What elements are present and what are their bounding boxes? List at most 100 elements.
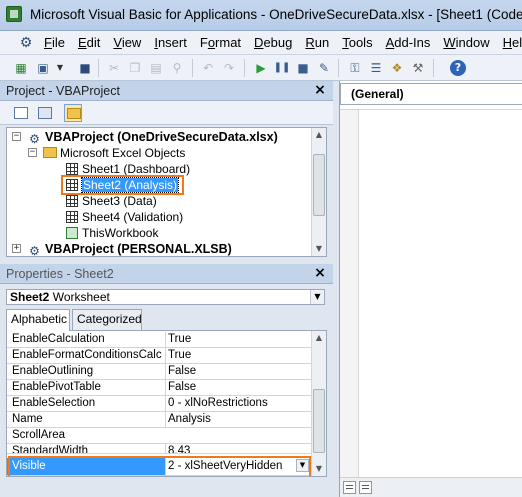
code-view-bar (340, 477, 522, 497)
menu-tools[interactable]: Tools (342, 35, 372, 50)
menu-addins[interactable]: Add-Ins (386, 35, 431, 50)
property-name: EnableSelection (12, 397, 96, 409)
menu-help[interactable]: Help (503, 35, 522, 50)
properties-scrollbar[interactable]: ▲ ▼ (311, 331, 326, 476)
menu-view[interactable]: View (113, 35, 141, 50)
menu-window[interactable]: Window (443, 35, 489, 50)
property-value[interactable]: 8.43 (165, 444, 309, 453)
menu-bar: ⚙ File Edit View Insert Format Debug Run Tools A… (0, 31, 522, 55)
cut-icon[interactable]: ✂ (105, 59, 123, 77)
insert-dropdown-icon[interactable]: ▼ (51, 59, 69, 77)
properties-window-icon[interactable]: ☰ (367, 59, 385, 77)
tree-project-personal[interactable]: ⚙ VBAProject (PERSONAL.XLSB) (27, 241, 232, 256)
object-selector[interactable]: Sheet2 Worksheet ▼ (6, 289, 325, 305)
scroll-up-icon[interactable]: ▲ (312, 331, 326, 345)
run-icon[interactable]: ▶ (252, 59, 270, 77)
toolbar-separator (338, 59, 339, 77)
bottom-strip (0, 479, 333, 497)
scroll-thumb[interactable] (313, 154, 325, 216)
properties-pane-close-icon[interactable]: × (313, 265, 327, 281)
break-icon[interactable]: ❚❚ (273, 59, 291, 77)
properties-grid: EnableCalculation True EnableFormatCondi… (6, 330, 327, 477)
toolbox-icon[interactable]: ⚒ (409, 59, 427, 77)
workbook-icon (66, 227, 78, 239)
view-code-icon[interactable] (12, 104, 30, 122)
property-row[interactable]: EnableOutlining False (7, 364, 311, 380)
chevron-down-icon[interactable]: ▼ (310, 290, 324, 304)
scroll-thumb[interactable] (313, 389, 325, 453)
undo-icon[interactable]: ↶ (199, 59, 217, 77)
menu-debug[interactable]: Debug (254, 35, 292, 50)
tree-folder-excel-objects[interactable]: Microsoft Excel Objects (43, 145, 185, 161)
collapse-icon[interactable]: − (12, 132, 21, 141)
scroll-down-icon[interactable]: ▼ (312, 242, 326, 256)
tree-item-thisworkbook[interactable]: ThisWorkbook (66, 225, 158, 241)
property-value[interactable]: False (165, 380, 309, 395)
full-module-view-icon[interactable] (359, 481, 372, 494)
menu-insert[interactable]: Insert (154, 35, 187, 50)
code-margin[interactable] (340, 110, 359, 477)
tree-item-label: Sheet3 (Data) (82, 194, 157, 208)
help-icon[interactable]: ? (450, 60, 466, 76)
reset-icon[interactable]: ■ (294, 59, 312, 77)
object-name: Sheet2 (10, 290, 50, 304)
sheet2-highlight-box (61, 175, 184, 195)
property-row[interactable]: EnableSelection 0 - xlNoRestrictions (7, 396, 311, 412)
worksheet-icon (66, 195, 78, 207)
property-value[interactable]: 0 - xlNoRestrictions (165, 396, 309, 411)
property-row[interactable]: EnableFormatConditionsCalculation True (7, 348, 311, 364)
tree-item-sheet4[interactable]: Sheet4 (Validation) (66, 209, 183, 225)
excel-icon[interactable]: ▦ (12, 59, 30, 77)
project-explorer-icon[interactable]: ⚿ (346, 59, 364, 77)
object-type: Worksheet (52, 290, 110, 304)
project-toolbar (0, 101, 333, 125)
worksheet-icon (66, 163, 78, 175)
toolbar-separator (192, 59, 193, 77)
copy-icon[interactable]: ❐ (126, 59, 144, 77)
property-value[interactable]: Analysis (165, 412, 309, 427)
window-title: Microsoft Visual Basic for Applications … (30, 7, 522, 22)
find-icon[interactable]: ⚲ (168, 59, 186, 77)
property-name: EnableFormatConditionsCalculation (12, 349, 162, 361)
menu-run[interactable]: Run (305, 35, 329, 50)
tree-item-label: Sheet4 (Validation) (82, 210, 184, 224)
insert-module-icon[interactable]: ▣ (34, 59, 52, 77)
view-object-icon[interactable] (36, 104, 54, 122)
save-icon[interactable]: ■ (76, 59, 94, 77)
property-name: StandardWidth (12, 445, 89, 454)
property-name: ScrollArea (12, 429, 66, 441)
expand-icon[interactable]: + (12, 244, 21, 253)
property-row[interactable]: ScrollArea (7, 428, 311, 444)
vba-system-icon[interactable]: ⚙ (17, 35, 35, 51)
tab-categorized[interactable]: Categorized (72, 309, 142, 330)
collapse-icon[interactable]: − (28, 148, 37, 157)
object-dropdown[interactable]: (General) (340, 83, 522, 105)
tree-project-onedrive[interactable]: ⚙ VBAProject (OneDriveSecureData.xlsx) (27, 129, 278, 146)
code-editor[interactable] (340, 109, 522, 477)
menu-edit[interactable]: Edit (78, 35, 100, 50)
property-value[interactable]: False (165, 364, 309, 379)
property-name: EnableCalculation (12, 333, 105, 345)
property-row[interactable]: StandardWidth 8.43 (7, 444, 311, 454)
toggle-folders-icon[interactable] (64, 104, 82, 122)
menu-items: File Edit View Insert Format Debug Run Tools Add… (44, 35, 522, 50)
object-browser-icon[interactable]: ❖ (388, 59, 406, 77)
menu-file[interactable]: File (44, 35, 65, 50)
property-row[interactable]: EnablePivotTable False (7, 380, 311, 396)
property-row[interactable]: EnableCalculation True (7, 332, 311, 348)
worksheet-icon (66, 211, 78, 223)
property-row[interactable]: Name Analysis (7, 412, 311, 428)
tree-item-sheet3[interactable]: Sheet3 (Data) (66, 193, 157, 209)
procedure-view-icon[interactable] (343, 481, 356, 494)
project-tree-scrollbar[interactable]: ▲ ▼ (311, 128, 326, 256)
menu-format[interactable]: Format (200, 35, 241, 50)
scroll-down-icon[interactable]: ▼ (312, 462, 326, 476)
redo-icon[interactable]: ↷ (220, 59, 238, 77)
paste-icon[interactable]: ▤ (147, 59, 165, 77)
project-pane-close-icon[interactable]: × (313, 82, 327, 98)
design-mode-icon[interactable]: ✎ (315, 59, 333, 77)
property-value[interactable]: True (165, 332, 309, 347)
property-value[interactable]: True (165, 348, 309, 363)
scroll-up-icon[interactable]: ▲ (312, 128, 326, 142)
tab-alphabetic[interactable]: Alphabetic (6, 309, 70, 331)
